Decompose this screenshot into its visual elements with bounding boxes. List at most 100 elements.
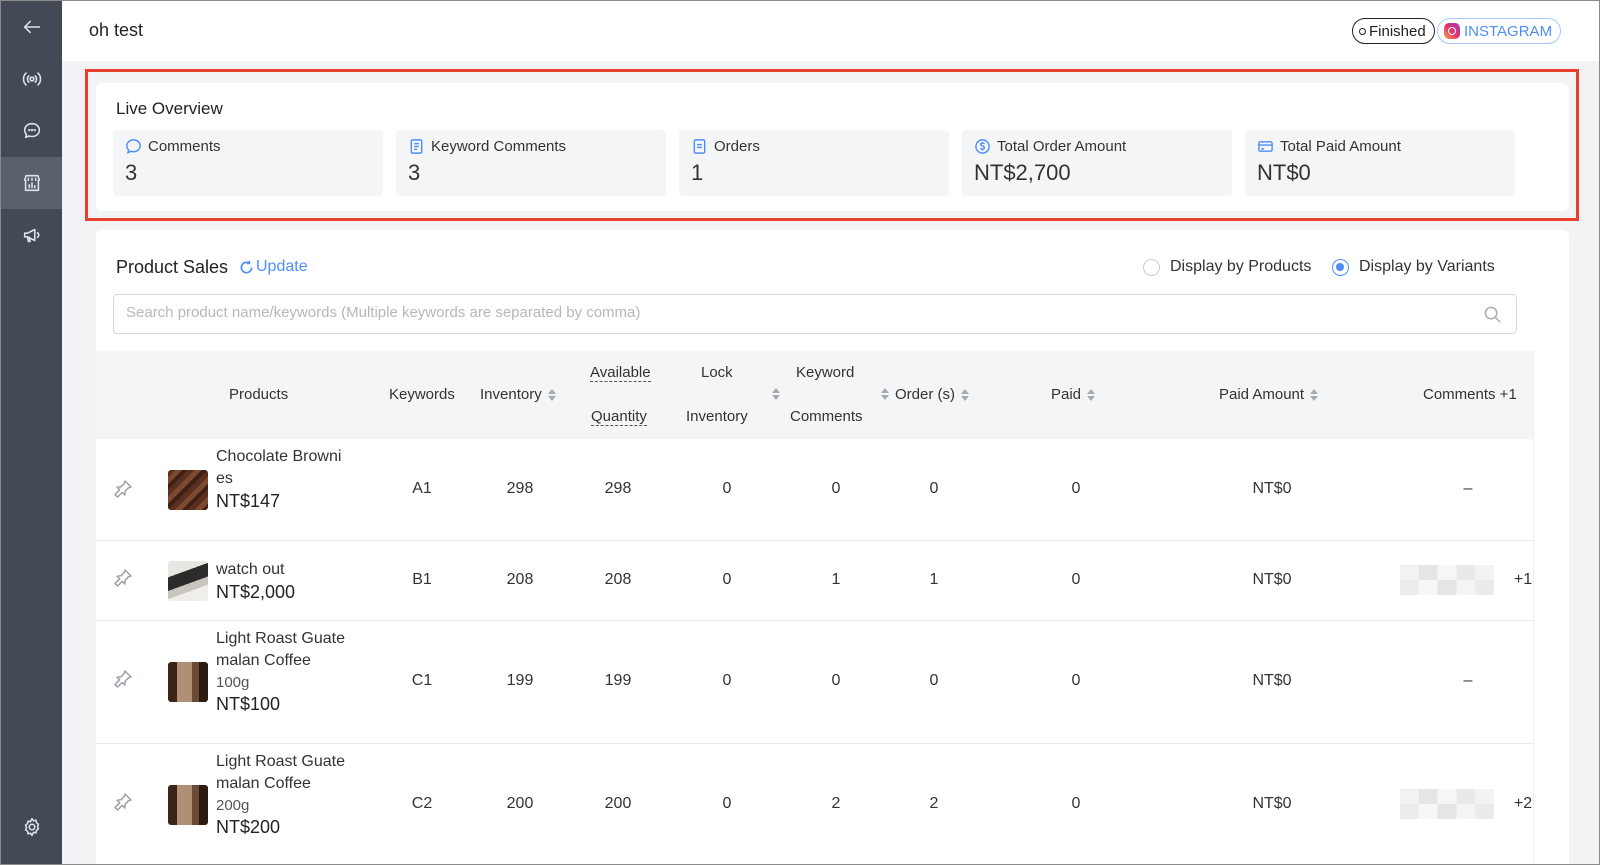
back-button[interactable] (1, 1, 62, 53)
cell-orders: 0 (929, 480, 939, 497)
product-info: Light Roast Guate malan Coffee 100g NT$1… (216, 628, 356, 715)
search-box (113, 294, 1517, 334)
radio-label: Display by Products (1170, 258, 1312, 275)
stat-label: Orders (714, 138, 760, 155)
col-paid-amount-label: Paid Amount (1219, 386, 1305, 403)
search-icon[interactable] (1483, 305, 1502, 324)
col-paid-amount[interactable]: Paid Amount (1219, 384, 1319, 406)
sidebar-item-analytics[interactable] (1, 157, 62, 209)
sort-icon[interactable] (961, 388, 969, 402)
refresh-icon (240, 260, 253, 273)
cell-orders: 0 (929, 672, 939, 689)
cell-keyword-comments: 1 (831, 571, 841, 588)
table-row: Chocolate Browni es NT$147 A1 298 298 0 … (96, 439, 1533, 541)
cell-comments-more[interactable]: +1 (1514, 571, 1532, 589)
product-info: Chocolate Browni es NT$147 (216, 446, 356, 512)
cell-keyword-comments: 0 (831, 480, 841, 497)
stat-card-keyword-comments: Keyword Comments 3 (396, 130, 666, 196)
col-comments: Comments +1 (1423, 386, 1517, 403)
cell-paid: 0 (1071, 480, 1081, 497)
product-name-cont: es (216, 470, 233, 487)
gear-icon (24, 817, 39, 837)
sort-icon[interactable] (1087, 388, 1096, 402)
product-price: NT$147 (216, 491, 281, 511)
sidebar-item-settings[interactable] (1, 801, 62, 853)
cell-paid-amount: NT$0 (1252, 480, 1292, 497)
update-label: Update (256, 258, 308, 275)
instagram-icon (1444, 23, 1460, 39)
product-price: NT$2,000 (216, 582, 296, 602)
table-header: Products Keywords Inventory Available Qu… (96, 351, 1533, 439)
cell-orders: 1 (929, 571, 939, 588)
document-icon (410, 139, 423, 154)
col-available-bottom: Quantity (591, 406, 647, 428)
pin-button[interactable] (113, 479, 133, 499)
update-button[interactable]: Update (239, 258, 308, 276)
col-inventory[interactable]: Inventory (480, 384, 556, 406)
stat-card-comments: Comments 3 (113, 130, 383, 196)
search-input[interactable] (126, 304, 1466, 321)
stat-value: 1 (691, 160, 704, 185)
sidebar (1, 1, 62, 864)
cell-orders: 2 (929, 795, 939, 812)
live-broadcast-icon (22, 72, 41, 86)
pin-button[interactable] (113, 669, 133, 689)
overview-title: Live Overview (116, 99, 223, 118)
cell-comments: – (1463, 672, 1473, 689)
pin-button[interactable] (113, 568, 133, 588)
product-name: Light Roast Guate (216, 630, 345, 647)
cell-keyword: B1 (412, 571, 432, 588)
order-icon (693, 139, 706, 154)
product-price: NT$100 (216, 694, 281, 714)
sidebar-item-comments[interactable] (1, 105, 62, 157)
cell-lock: 0 (722, 672, 732, 689)
sidebar-item-marketing[interactable] (1, 209, 62, 261)
pin-icon (114, 569, 132, 587)
radio-display-by-variants[interactable]: Display by Variants (1332, 258, 1495, 276)
cell-keyword: C1 (411, 672, 433, 689)
product-variant: 100g (216, 674, 250, 691)
product-name-cont: malan Coffee (216, 652, 311, 669)
sort-icon[interactable] (881, 387, 889, 401)
pin-icon (114, 670, 132, 688)
cell-lock: 0 (722, 795, 732, 812)
cell-available: 199 (604, 672, 632, 689)
cell-comments-more[interactable]: +2 (1514, 795, 1532, 813)
stat-card-total-order-amount: Total Order Amount NT$2,700 (962, 130, 1232, 196)
cell-available: 298 (604, 480, 632, 497)
product-info: Light Roast Guate malan Coffee 200g NT$2… (216, 751, 356, 838)
product-name: watch out (216, 561, 285, 578)
product-thumbnail (168, 785, 208, 825)
shop-analytics-icon (23, 174, 40, 192)
col-available-top: Available (590, 362, 651, 384)
cell-paid-amount: NT$0 (1252, 672, 1292, 689)
product-info: watch out NT$2,000 (216, 559, 356, 603)
page-title: oh test (89, 20, 144, 40)
commenter-avatars-blurred (1400, 789, 1494, 819)
radio-display-by-products[interactable]: Display by Products (1143, 258, 1311, 276)
table-scroll-area[interactable] (1533, 351, 1569, 864)
col-orders[interactable]: Order (s) (895, 384, 969, 406)
sidebar-item-live[interactable] (1, 53, 62, 105)
stat-card-orders: Orders 1 (679, 130, 949, 196)
cell-keyword: A1 (412, 480, 432, 497)
cell-available: 200 (604, 795, 632, 812)
stat-label: Total Paid Amount (1280, 138, 1401, 155)
radio-circle (1143, 258, 1160, 276)
sort-icon[interactable] (772, 387, 780, 401)
stat-value: NT$0 (1257, 160, 1311, 185)
col-lock-bottom: Inventory (686, 408, 748, 425)
megaphone-icon (23, 228, 39, 243)
stat-label: Keyword Comments (431, 138, 567, 155)
col-paid-label: Paid (1051, 386, 1082, 403)
pin-button[interactable] (113, 792, 133, 812)
sort-icon[interactable] (1310, 388, 1319, 402)
radio-circle-selected (1332, 258, 1349, 276)
sort-icon[interactable] (547, 388, 556, 402)
cell-inventory: 199 (506, 672, 534, 689)
col-paid[interactable]: Paid (1051, 384, 1096, 406)
table-row: Light Roast Guate malan Coffee 100g NT$1… (96, 621, 1533, 744)
card-icon (1258, 141, 1273, 152)
product-sales-panel: Product Sales Update Display by Products… (96, 230, 1569, 864)
platform-badge: INSTAGRAM (1437, 18, 1562, 44)
